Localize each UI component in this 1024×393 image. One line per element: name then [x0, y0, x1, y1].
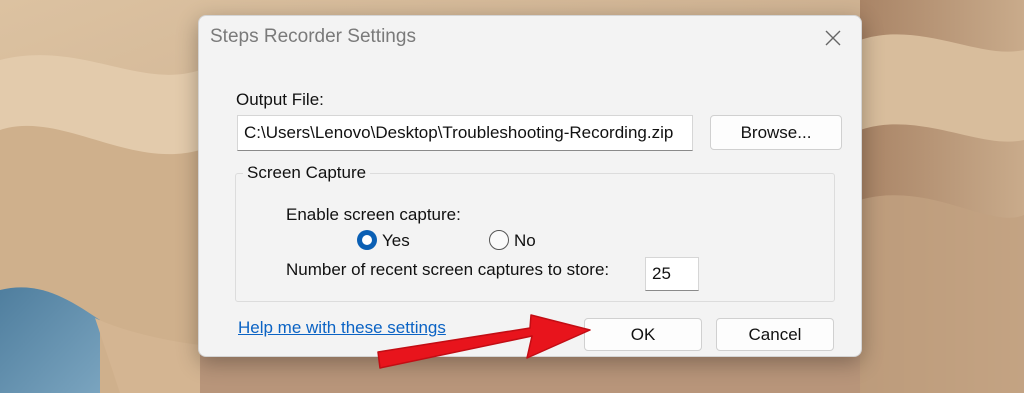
no-radio[interactable]: [489, 230, 509, 250]
recent-captures-label: Number of recent screen captures to stor…: [286, 260, 610, 279]
enable-capture-label: Enable screen capture:: [286, 205, 461, 224]
settings-dialog: Steps Recorder Settings Output File: C:\…: [198, 15, 862, 357]
close-button[interactable]: [813, 20, 853, 56]
yes-label[interactable]: Yes: [382, 231, 410, 251]
help-link[interactable]: Help me with these settings: [238, 318, 446, 338]
output-file-input[interactable]: C:\Users\Lenovo\Desktop\Troubleshooting-…: [237, 115, 693, 151]
screen-capture-group-label: Screen Capture: [243, 163, 371, 183]
yes-radio[interactable]: [357, 230, 377, 250]
no-label[interactable]: No: [514, 231, 536, 251]
output-file-label: Output File:: [236, 90, 324, 109]
dialog-title: Steps Recorder Settings: [210, 26, 416, 47]
recent-captures-input[interactable]: 25: [645, 257, 699, 291]
ok-button[interactable]: OK: [584, 318, 702, 351]
browse-button[interactable]: Browse...: [710, 115, 842, 150]
cancel-button[interactable]: Cancel: [716, 318, 834, 351]
close-icon: [825, 30, 841, 46]
